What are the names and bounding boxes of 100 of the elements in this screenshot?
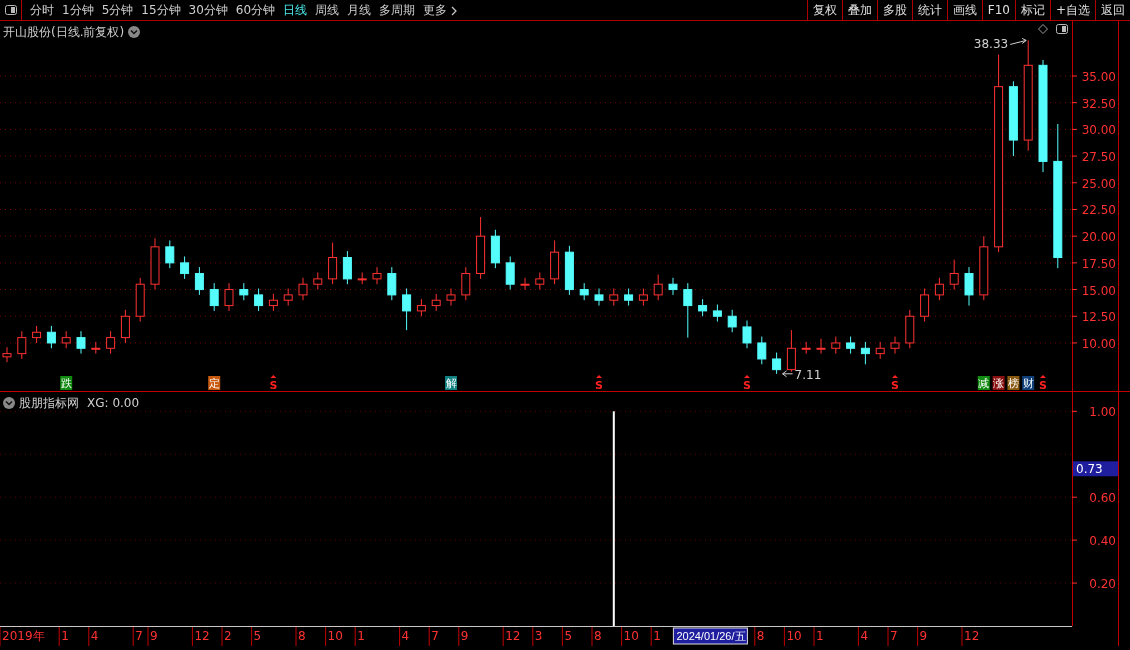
period-tab[interactable]: 1分钟	[58, 0, 98, 20]
period-tab[interactable]: 15分钟	[137, 0, 185, 20]
candlestick	[357, 271, 367, 285]
period-tab[interactable]: 月线	[343, 0, 376, 20]
signal-tag: 跌	[60, 376, 73, 390]
axis-label: 5	[253, 629, 262, 643]
candlestick	[979, 235, 989, 301]
candlestick	[846, 336, 856, 355]
axis-label: 10.00	[1081, 336, 1116, 351]
candlestick	[239, 282, 249, 301]
low-price-label: 7.11	[782, 367, 822, 382]
candlestick	[342, 250, 352, 285]
candlestick	[17, 330, 27, 360]
candlestick	[668, 277, 678, 296]
candlestick	[831, 336, 841, 355]
axis-label: 7	[890, 629, 898, 643]
axis-label: 17.50	[1081, 256, 1116, 271]
candlestick	[875, 341, 885, 360]
period-tab[interactable]: 5分钟	[97, 0, 138, 20]
candlestick	[949, 259, 959, 291]
axis-label: 12.50	[1081, 310, 1116, 325]
axis-label: 20.00	[1081, 230, 1116, 245]
candlestick	[283, 288, 293, 307]
candlestick	[505, 255, 515, 291]
candlestick	[564, 245, 574, 296]
candlestick	[609, 288, 619, 307]
signal-tag: 解	[445, 376, 457, 390]
candlestick	[905, 309, 915, 349]
indicator-title: 股朋指标网	[19, 395, 79, 412]
candlestick	[683, 282, 693, 339]
period-tab[interactable]: 60分钟	[231, 0, 280, 20]
signal-tag: 榜	[1007, 376, 1020, 390]
axis-label: 0.20	[1089, 577, 1116, 592]
candlestick	[165, 239, 175, 269]
candlestick	[61, 330, 71, 349]
axis-label: 9	[460, 629, 469, 643]
axis-label: 1	[61, 629, 69, 643]
axis-label: 1	[357, 629, 365, 643]
signal-tag: 定	[208, 376, 221, 390]
candlestick	[638, 288, 648, 307]
candlestick	[490, 229, 500, 269]
axis-label: 1	[653, 629, 661, 643]
axis-label: 2019年	[2, 629, 45, 643]
candlestick	[860, 341, 870, 365]
indicator-reading: XG: 0.00	[87, 395, 140, 412]
axis-label: 10	[327, 629, 343, 643]
candlestick	[461, 266, 471, 301]
candlestick	[698, 298, 708, 317]
chevron-icon	[451, 5, 459, 16]
axis-label: 22.50	[1081, 203, 1116, 218]
candlestick	[431, 293, 441, 312]
period-tab[interactable]: 分时	[26, 0, 58, 20]
signal-tag: 财	[1022, 376, 1035, 390]
axis-label: 4	[860, 629, 869, 643]
period-tab[interactable]: 多周期	[375, 0, 420, 20]
panel-toggle-icon[interactable]	[4, 5, 17, 15]
period-tab[interactable]: 日线	[279, 0, 312, 20]
candlestick	[446, 288, 456, 307]
axis-label: 27.50	[1081, 150, 1116, 165]
axis-label: 12	[194, 629, 210, 643]
candlestick	[416, 298, 426, 317]
stock-title: 开山股份(日线.前复权)	[3, 24, 125, 41]
axis-label: 35.00	[1081, 70, 1116, 84]
candlestick	[2, 346, 12, 363]
axis-label: 5	[564, 629, 573, 643]
axis-label: 8	[594, 629, 602, 643]
candlestick	[550, 239, 560, 285]
axis-label: 25.00	[1081, 176, 1116, 191]
axis-label: 4	[401, 629, 410, 643]
candlestick	[890, 336, 900, 355]
candlestick	[786, 329, 796, 373]
candlestick	[120, 309, 130, 344]
candlestick	[76, 330, 86, 355]
axis-label: 10	[623, 629, 639, 643]
axis-label: 0.60	[1089, 491, 1116, 506]
axis-label: 12	[964, 629, 980, 643]
candlestick	[313, 271, 323, 291]
period-tab[interactable]: 更多	[419, 0, 463, 20]
candlestick	[476, 216, 486, 280]
axis-label: 32.50	[1081, 96, 1116, 111]
candlestick	[920, 288, 930, 323]
candlestick	[816, 338, 826, 355]
axis-label: 8	[298, 629, 306, 643]
panel-toggle-icon[interactable]	[1056, 24, 1068, 34]
cursor-date-label: 2024/01/26/五	[672, 627, 748, 645]
axis-label: 3	[534, 629, 543, 643]
period-tab[interactable]: 周线	[311, 0, 344, 20]
candlestick	[32, 325, 42, 344]
period-tab[interactable]: 30分钟	[184, 0, 232, 20]
axis-label: 7	[135, 629, 143, 643]
axis-label: 10	[786, 629, 802, 643]
dropdown-icon[interactable]	[128, 26, 141, 38]
candlestick	[328, 242, 338, 285]
axis-label: 2	[224, 629, 232, 643]
candlestick	[298, 277, 308, 301]
dropdown-icon[interactable]	[3, 397, 15, 409]
candlestick	[194, 266, 204, 296]
candlestick	[653, 274, 663, 301]
signal-tag: 涨	[992, 376, 1005, 390]
candlestick	[742, 320, 752, 349]
